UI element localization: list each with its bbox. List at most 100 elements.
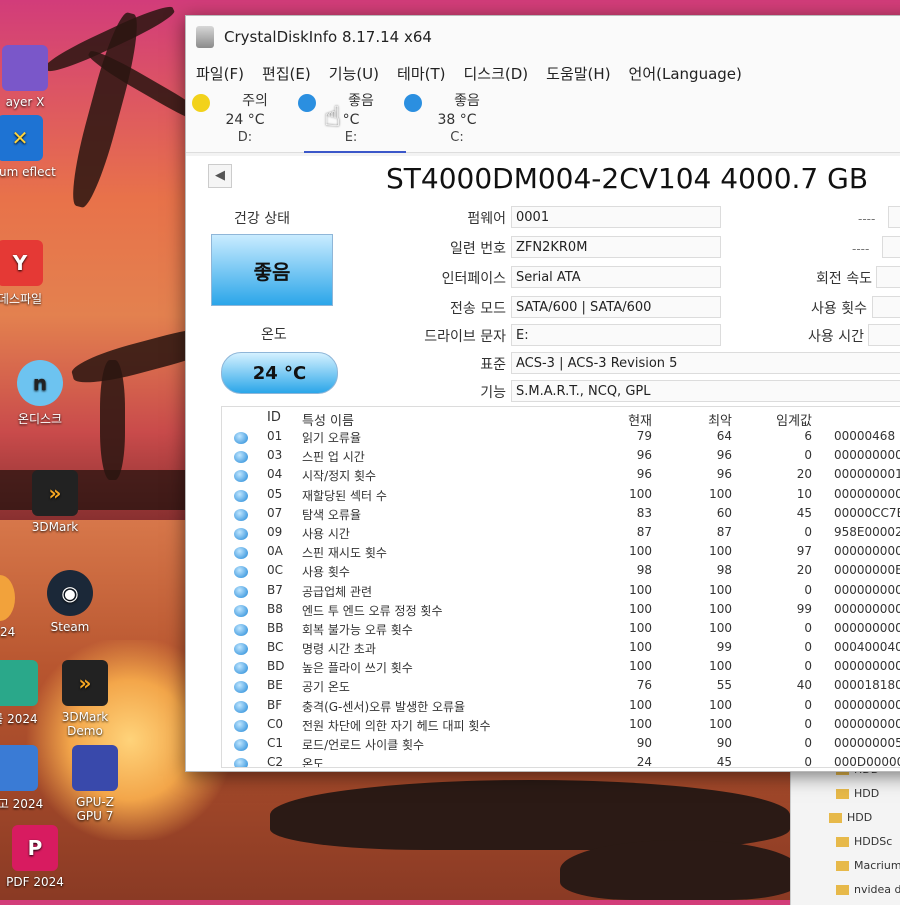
attr-name: 온도 xyxy=(302,757,325,768)
table-row[interactable]: B7 공급업체 관련 100 100 0 000000000 xyxy=(222,583,900,602)
attr-raw: 000000000000 xyxy=(834,697,900,712)
temperature-button[interactable]: 24 °C xyxy=(221,352,338,394)
desktop-icon-2024[interactable]: 2024 xyxy=(0,575,30,639)
desktop-icon-label: PDF 2024 xyxy=(6,875,64,889)
folder-item[interactable]: HDD xyxy=(836,787,879,800)
menu-edit[interactable]: 편집(E) xyxy=(262,63,311,84)
attr-id: C1 xyxy=(267,736,284,750)
attr-id: BC xyxy=(267,640,284,655)
attr-id: 03 xyxy=(267,448,283,463)
table-row[interactable]: BF충격(G-센서)오류 발생한 오류율1001000000000000000 xyxy=(222,698,900,717)
desktop-icon-ondisk[interactable]: n 온디스크 xyxy=(0,360,80,427)
ondisk-icon: n xyxy=(17,360,63,406)
drive-letter-value: E: xyxy=(511,324,721,346)
desktop-icon-roll-2024[interactable]: 롤 2024 xyxy=(0,660,55,727)
good-status-icon xyxy=(234,566,248,579)
drive-letter: D: xyxy=(237,130,253,145)
features-label: 기능 xyxy=(480,385,506,401)
table-row[interactable]: C1 로드/언로드 사이클 횟수 90 90 0 000000005275 xyxy=(222,736,900,755)
menu-theme[interactable]: 테마(T) xyxy=(397,63,445,84)
disk-model-title: ST4000DM004-2CV104 4000.7 GB xyxy=(386,162,869,195)
table-row[interactable]: 01 읽기 오류율 79 64 6 00000468 xyxy=(222,429,900,448)
drive-tab-d[interactable]: 주의 24 °C D: xyxy=(192,88,298,145)
attr-threshold: 0 xyxy=(804,640,812,655)
attr-threshold: 0 xyxy=(804,620,812,635)
firmware-label: 펌웨어 xyxy=(467,211,506,227)
table-row[interactable]: 04 시작/정지 횟수 96 96 20 000000001 xyxy=(222,467,900,486)
good-status-icon xyxy=(234,681,248,694)
title-bar[interactable]: CrystalDiskInfo 8.17.14 x64 xyxy=(186,16,900,58)
table-row[interactable]: 0C 사용 횟수 98 98 20 00000000BC xyxy=(222,563,900,582)
folder-item[interactable]: HDD xyxy=(829,811,872,824)
attr-name: 시작/정지 횟수 xyxy=(302,469,377,484)
attr-current: 96 xyxy=(636,448,652,463)
col-current-header[interactable]: 현재 xyxy=(592,410,652,429)
table-row[interactable]: 0A 스핀 재시도 횟수 100 100 97 000000000 xyxy=(222,544,900,563)
desktop-icon-steam[interactable]: ◉ Steam xyxy=(30,570,110,634)
desktop-icon-24[interactable]: 24 xyxy=(0,520,20,534)
attr-threshold: 0 xyxy=(804,736,812,750)
good-status-icon xyxy=(234,643,248,656)
good-status-icon xyxy=(234,604,248,617)
table-row[interactable]: BD높은 플라이 쓰기 횟수1001000000000000000 xyxy=(222,659,900,678)
table-row[interactable]: BE 공기 온도 76 55 40 000018180018 xyxy=(222,678,900,697)
table-body: 01 읽기 오류율 79 64 6 00000468 03 스핀 업 시간 96 96 0 00000… xyxy=(222,429,900,768)
folder-item[interactable]: nvidea dr xyxy=(836,883,900,896)
menu-help[interactable]: 도움말(H) xyxy=(546,63,610,84)
attr-raw: 00000468 xyxy=(834,429,896,443)
attr-raw: 000018180018 xyxy=(834,678,900,693)
desktop-icon-gpuz[interactable]: GPU-Z GPU 7 xyxy=(55,745,135,823)
attr-worst: 96 xyxy=(716,467,732,482)
drive-letter: E: xyxy=(344,130,358,145)
desktop-icon-2024b[interactable]: 최고 2024 xyxy=(0,745,55,812)
menu-bar: 파일(F) 편집(E) 기능(U) 테마(T) 디스크(D) 도움말(H) 언어… xyxy=(186,58,900,88)
table-row[interactable]: BB회복 불가능 오류 횟수1001000000000000000 xyxy=(222,621,900,640)
good-status-icon xyxy=(234,470,248,483)
attr-current: 100 xyxy=(629,640,652,655)
col-name-header[interactable]: 특성 이름 xyxy=(302,410,354,429)
col-id-header[interactable]: ID xyxy=(267,410,281,425)
folder-item[interactable]: Macrium xyxy=(836,859,900,872)
desktop-icon-app[interactable]: Y 데스파일 xyxy=(0,240,60,307)
table-row[interactable]: B8 엔드 투 엔드 오류 정정 횟수 100 100 99 000000000 xyxy=(222,602,900,621)
drive-tab-c[interactable]: 좋음 38 °C C: xyxy=(404,88,510,145)
drive-tab-e[interactable]: 좋음 °C E: xyxy=(298,88,406,153)
menu-disk[interactable]: 디스크(D) xyxy=(464,63,529,84)
table-row[interactable]: C0 전원 차단에 의한 자기 헤드 대피 횟수 100 100 0 0000000000… xyxy=(222,717,900,736)
previous-disk-button[interactable]: ◀ xyxy=(208,164,232,188)
desktop-icon-label: 최고 2024 xyxy=(0,797,44,811)
good-status-icon xyxy=(234,662,248,675)
table-row[interactable]: C2 온도 24 45 0 000D00000018 xyxy=(222,755,900,768)
table-row[interactable]: 07 탐색 오류율 83 60 45 00000CC7B5 xyxy=(222,506,900,525)
desktop-icon-player[interactable]: ayer X xyxy=(0,45,65,109)
menu-language[interactable]: 언어(Language) xyxy=(629,63,742,84)
table-row[interactable]: BC 명령 시간 초과 100 99 0 000400040004 xyxy=(222,640,900,659)
desktop-icon-label: ayer X xyxy=(5,95,45,109)
drive-selector-bar: 주의 24 °C D: 좋음 °C E: 좋음 38 °C C: ☝ xyxy=(186,88,900,153)
transfer-mode-value: SATA/600 | SATA/600 xyxy=(511,296,721,318)
desktop-icon-3dmark[interactable]: » 3DMark xyxy=(15,470,95,534)
drive-temp: 24 °C xyxy=(225,112,265,128)
attr-worst: 99 xyxy=(716,640,732,655)
desktop-icon-pdf[interactable]: P PDF 2024 xyxy=(0,825,75,889)
col-worst-header[interactable]: 최악 xyxy=(672,410,732,429)
caution-status-icon xyxy=(192,94,210,112)
attr-name: 명령 시간 초과 xyxy=(302,642,376,657)
good-status-icon xyxy=(234,547,248,560)
attr-name: 재할당된 섹터 수 xyxy=(302,488,387,503)
attr-id: 0C xyxy=(267,563,284,578)
folder-item[interactable]: HDDSc xyxy=(836,835,892,848)
menu-function[interactable]: 기능(U) xyxy=(329,63,379,84)
desktop-icon-macrium-reflect[interactable]: ✕ crium eflect xyxy=(0,115,60,179)
smart-attributes-table[interactable]: ID 특성 이름 현재 최악 임계값 01 읽기 오류율 79 64 6 00000468… xyxy=(221,406,900,768)
table-row[interactable]: 03 스핀 업 시간 96 96 0 000000000 xyxy=(222,448,900,467)
y-app-icon: Y xyxy=(0,240,43,286)
good-status-icon xyxy=(234,489,248,502)
health-status-button[interactable]: 좋음 xyxy=(211,234,333,306)
table-row[interactable]: 05 재할당된 섹터 수 100 100 10 000000000 xyxy=(222,487,900,506)
desktop-icon-3dmark-demo[interactable]: » 3DMark Demo xyxy=(45,660,125,738)
table-row[interactable]: 09 사용 시간 87 87 0 958E00002D xyxy=(222,525,900,544)
col-threshold-header[interactable]: 임계값 xyxy=(762,410,812,429)
menu-file[interactable]: 파일(F) xyxy=(196,63,244,84)
attr-current: 79 xyxy=(636,429,652,443)
